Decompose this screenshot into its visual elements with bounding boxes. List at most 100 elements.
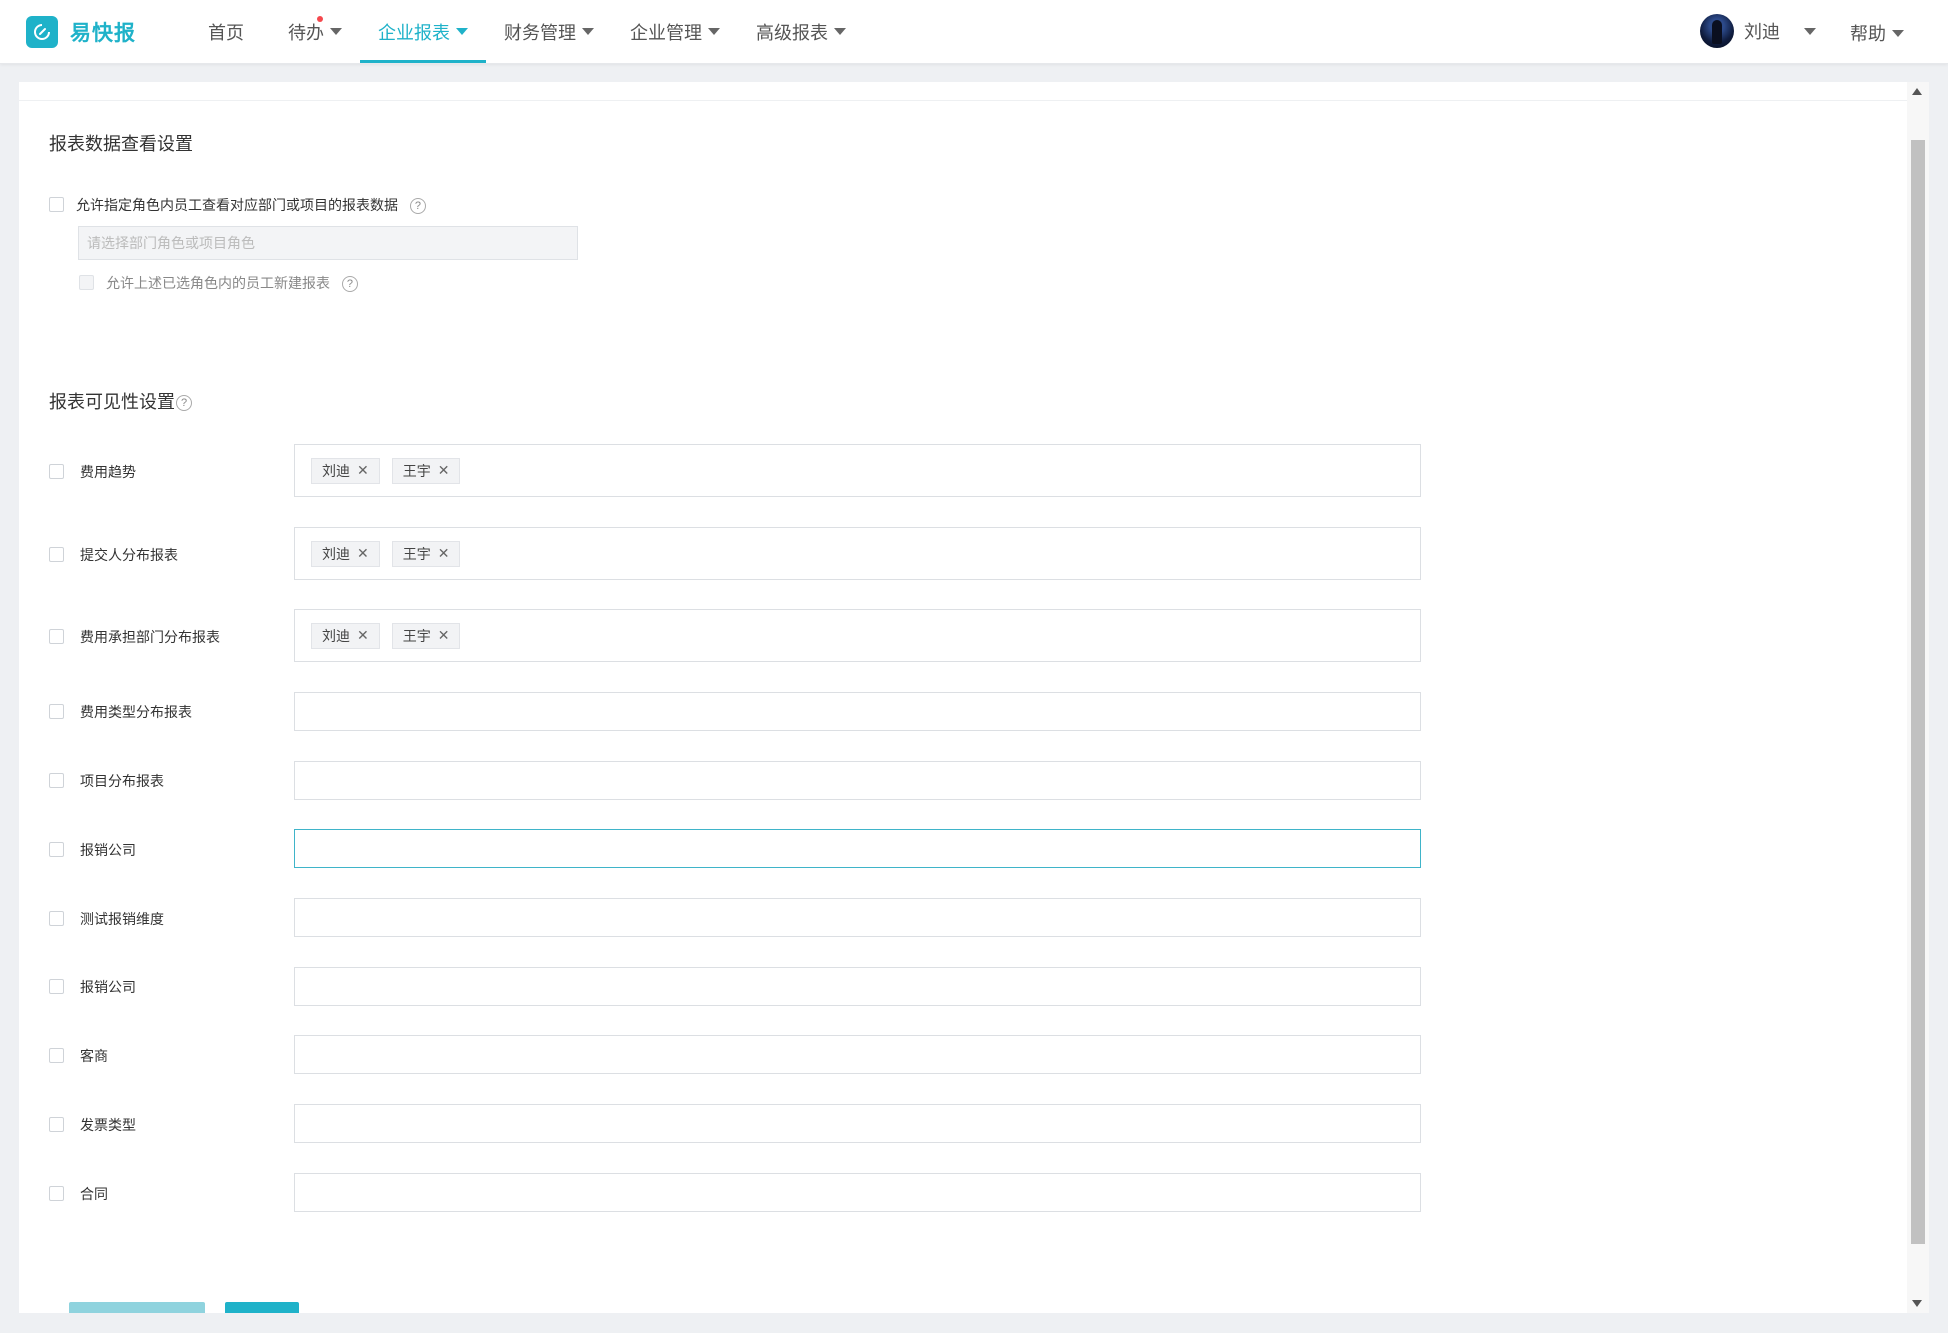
- restore-default-button[interactable]: [69, 1302, 205, 1313]
- row-label: 报销公司: [80, 842, 136, 858]
- tag-label: 王宇: [402, 462, 431, 479]
- help-menu[interactable]: 帮助: [1850, 20, 1904, 46]
- chevron-down-icon: [456, 28, 468, 35]
- visible-users-field[interactable]: [294, 761, 1421, 800]
- allow-role-checkbox[interactable]: [49, 197, 64, 212]
- logo-icon: [26, 16, 58, 48]
- scroll-up-icon[interactable]: [1912, 88, 1922, 95]
- row-checkbox[interactable]: [49, 629, 64, 644]
- row-checkbox[interactable]: [49, 842, 64, 857]
- help-question-icon[interactable]: ?: [409, 198, 426, 215]
- chevron-down-icon: [834, 28, 846, 35]
- help-question-icon[interactable]: ?: [176, 395, 192, 412]
- role-select[interactable]: 请选择部门角色或项目角色: [78, 226, 578, 260]
- nav-item-finance[interactable]: 财务管理: [486, 0, 612, 63]
- nav-item-label: 高级报表: [756, 22, 828, 43]
- row-checkbox[interactable]: [49, 911, 64, 926]
- row-label: 提交人分布报表: [80, 547, 178, 563]
- close-icon[interactable]: ✕: [357, 462, 369, 479]
- user-menu[interactable]: 刘迪: [1700, 14, 1816, 48]
- tag-label: 王宇: [402, 545, 431, 562]
- visible-users-field[interactable]: 刘迪 ✕ 王宇 ✕: [294, 609, 1421, 662]
- app-logo[interactable]: 易快报: [26, 16, 136, 48]
- row-label: 项目分布报表: [80, 773, 164, 789]
- nav-item-label: 待办: [288, 22, 324, 43]
- visible-users-field[interactable]: [294, 692, 1421, 731]
- row-checkbox[interactable]: [49, 547, 64, 562]
- divider: [19, 100, 1907, 101]
- user-name: 刘迪: [1744, 22, 1780, 42]
- row-label: 合同: [80, 1186, 108, 1202]
- row-checkbox[interactable]: [49, 1048, 64, 1063]
- row-label: 费用承担部门分布报表: [80, 629, 220, 645]
- row-label: 费用趋势: [80, 464, 136, 480]
- allow-role-label: 允许指定角色内员工查看对应部门或项目的报表数据: [76, 197, 398, 213]
- nav-item-todo[interactable]: 待办: [270, 0, 360, 63]
- row-label: 发票类型: [80, 1117, 136, 1133]
- nav-item-label: 首页: [208, 22, 244, 43]
- allow-new-report-checkbox[interactable]: [79, 275, 94, 290]
- tag-label: 刘迪: [322, 545, 350, 562]
- close-icon[interactable]: ✕: [438, 462, 450, 479]
- visible-users-field[interactable]: [294, 1104, 1421, 1143]
- user-tag: 刘迪 ✕: [311, 622, 380, 649]
- tag-label: 王宇: [402, 627, 431, 644]
- visible-users-field[interactable]: [294, 829, 1421, 868]
- chevron-down-icon: [1804, 27, 1816, 35]
- visible-users-field[interactable]: [294, 898, 1421, 937]
- main-nav: 首页 待办 企业报表 财务管理 企业管理 高级报表: [190, 0, 864, 63]
- nav-item-enterprise-reports[interactable]: 企业报表: [360, 0, 486, 63]
- nav-item-advanced-reports[interactable]: 高级报表: [738, 0, 864, 63]
- user-tag: 刘迪 ✕: [311, 540, 380, 567]
- allow-role-row: 允许指定角色内员工查看对应部门或项目的报表数据 ?: [76, 195, 426, 215]
- role-select-placeholder: 请选择部门角色或项目角色: [87, 235, 255, 251]
- nav-item-label: 企业管理: [630, 22, 702, 43]
- scroll-down-icon[interactable]: [1912, 1300, 1922, 1307]
- tag-label: 刘迪: [322, 462, 350, 479]
- row-label: 报销公司: [80, 979, 136, 995]
- chevron-down-icon: [708, 28, 720, 35]
- top-navbar: 易快报 首页 待办 企业报表 财务管理 企业管理 高级报表 刘迪 帮助: [0, 0, 1948, 64]
- user-tag: 王宇 ✕: [391, 622, 461, 649]
- visible-users-field[interactable]: 刘迪 ✕ 王宇 ✕: [294, 527, 1421, 580]
- close-icon[interactable]: ✕: [438, 627, 450, 644]
- nav-item-enterprise-management[interactable]: 企业管理: [612, 0, 738, 63]
- nav-item-home[interactable]: 首页: [190, 0, 270, 63]
- user-tag: 王宇 ✕: [391, 457, 461, 484]
- chevron-down-icon: [1892, 29, 1904, 37]
- app-name: 易快报: [70, 22, 136, 45]
- chevron-down-icon: [582, 28, 594, 35]
- close-icon[interactable]: ✕: [357, 627, 369, 644]
- row-label: 测试报销维度: [80, 911, 164, 927]
- data-view-section-title: 报表数据查看设置: [49, 134, 193, 154]
- avatar: [1700, 14, 1734, 48]
- nav-item-label: 企业报表: [378, 22, 450, 43]
- help-question-icon[interactable]: ?: [341, 276, 358, 293]
- close-icon[interactable]: ✕: [438, 545, 450, 562]
- allow-new-report-row: 允许上述已选角色内的员工新建报表 ?: [106, 273, 358, 293]
- visible-users-field[interactable]: 刘迪 ✕ 王宇 ✕: [294, 444, 1421, 497]
- row-label: 客商: [80, 1048, 108, 1064]
- visibility-title-text: 报表可见性设置: [49, 392, 175, 412]
- row-checkbox[interactable]: [49, 704, 64, 719]
- help-label: 帮助: [1850, 24, 1886, 44]
- visible-users-field[interactable]: [294, 967, 1421, 1006]
- close-icon[interactable]: ✕: [357, 545, 369, 562]
- notification-dot: [317, 16, 323, 22]
- row-checkbox[interactable]: [49, 979, 64, 994]
- visible-users-field[interactable]: [294, 1173, 1421, 1212]
- chevron-down-icon: [330, 28, 342, 35]
- save-button[interactable]: [225, 1302, 299, 1313]
- user-tag: 王宇 ✕: [391, 540, 461, 567]
- tag-label: 刘迪: [322, 627, 350, 644]
- row-checkbox[interactable]: [49, 1117, 64, 1132]
- settings-panel: 报表数据查看设置 允许指定角色内员工查看对应部门或项目的报表数据 ? 请选择部门…: [19, 82, 1907, 1313]
- scrollbar-thumb[interactable]: [1911, 140, 1925, 1244]
- row-checkbox[interactable]: [49, 773, 64, 788]
- row-checkbox[interactable]: [49, 464, 64, 479]
- row-checkbox[interactable]: [49, 1186, 64, 1201]
- visibility-section-title: 报表可见性设置?: [49, 388, 192, 414]
- nav-item-label: 财务管理: [504, 22, 576, 43]
- row-label: 费用类型分布报表: [80, 704, 192, 720]
- visible-users-field[interactable]: [294, 1035, 1421, 1074]
